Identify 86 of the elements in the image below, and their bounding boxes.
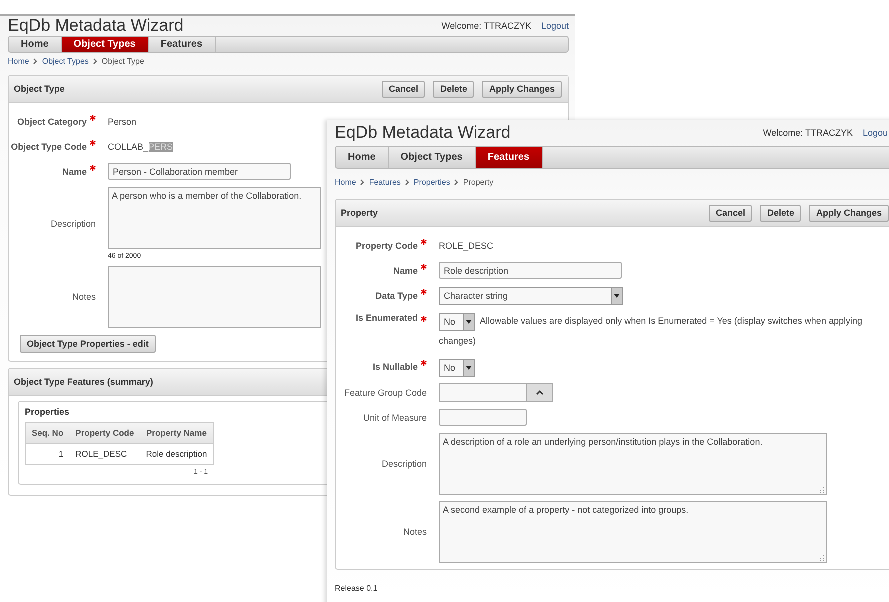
logout-link[interactable]: Logout <box>541 21 569 31</box>
select-field[interactable]: Character string <box>439 286 623 304</box>
breadcrumb-link[interactable]: Object Type <box>102 57 144 66</box>
caret-down-icon <box>466 320 472 324</box>
lookup-field[interactable] <box>439 383 553 402</box>
required-asterisk-icon <box>90 140 96 146</box>
required-asterisk-icon <box>421 264 427 270</box>
resize-grip-icon <box>818 486 825 493</box>
chevron-right-icon <box>454 178 460 186</box>
required-asterisk-icon <box>421 239 427 245</box>
column-header: Property Code <box>70 422 140 444</box>
table-cell: ROLE_DESC <box>70 444 140 464</box>
text-field[interactable]: Person - Collaboration member <box>108 163 291 180</box>
lookup-button[interactable] <box>526 384 552 401</box>
nav-tab[interactable]: Features <box>148 37 216 52</box>
textarea-field[interactable]: A person who is a member of the Collaboration. <box>108 187 321 249</box>
logout-link[interactable]: Logou <box>862 128 888 138</box>
caret-down-icon <box>614 294 620 298</box>
nav-tab[interactable]: Features <box>476 147 543 168</box>
field-label: Is Nullable <box>372 362 418 372</box>
required-asterisk-icon <box>90 165 96 171</box>
field-label: Name <box>62 166 87 176</box>
required-asterisk-icon <box>421 289 427 295</box>
field-label: Description <box>382 459 427 469</box>
action-button[interactable]: Cancel <box>382 80 426 98</box>
field-label: Description <box>50 218 96 228</box>
select-field[interactable]: No <box>439 312 475 331</box>
chevron-right-icon <box>404 178 410 186</box>
app-title: EqDb Metadata Wizard <box>335 123 512 143</box>
panel-title: Object Type Features (summary) <box>14 377 154 387</box>
textarea-field[interactable]: A second example of a property - not categorized into groups. <box>439 501 827 563</box>
dropdown-button[interactable] <box>611 288 622 304</box>
breadcrumb-link[interactable]: Home <box>335 178 356 186</box>
column-header: Property Name <box>140 422 214 444</box>
dropdown-button[interactable] <box>463 314 474 330</box>
field-value: ROLE_DESC <box>439 240 494 250</box>
nav-tab[interactable]: Object Types <box>62 37 149 52</box>
panel-title: Property <box>341 208 380 218</box>
text-field[interactable] <box>439 409 527 426</box>
field-label: Notes <box>403 527 427 537</box>
column-header: Seq. No <box>26 422 70 444</box>
text-field[interactable]: Role description <box>439 262 622 279</box>
field-value: Person <box>108 116 137 126</box>
field-label: Feature Group Code <box>344 388 427 398</box>
field-label: Property Code <box>356 240 418 250</box>
textarea-field[interactable]: A description of a role an underlying person/institution plays in the Collaboration. <box>439 433 827 495</box>
help-text: No Allowable values are displayed only when Is Enumerated = Yes (display switches when applying changes) <box>439 311 889 351</box>
breadcrumb-link[interactable]: Features <box>369 178 401 186</box>
breadcrumb-link[interactable]: Home <box>8 57 30 66</box>
action-button[interactable]: Delete <box>760 204 802 222</box>
field-label: Is Enumerated <box>356 313 418 323</box>
required-asterisk-icon <box>421 360 427 366</box>
app-title: EqDb Metadata Wizard <box>8 16 185 36</box>
section-title: Properties <box>25 407 70 417</box>
edit-properties-button[interactable]: Object Type Properties - edit <box>20 335 156 353</box>
chevron-right-icon <box>33 58 38 66</box>
breadcrumb-link[interactable]: Properties <box>414 178 450 186</box>
field-label: Notes <box>72 292 96 302</box>
chevron-right-icon <box>360 178 366 186</box>
chevron-right-icon <box>92 58 98 66</box>
action-button[interactable]: Apply Changes <box>809 204 889 222</box>
panel-title: Object Type <box>14 84 66 94</box>
breadcrumb-link[interactable]: Object Types <box>42 57 89 66</box>
textarea-field[interactable] <box>108 266 321 328</box>
release-text: Release 0.1 <box>335 584 379 593</box>
action-button[interactable]: Cancel <box>708 204 752 222</box>
field-label: Data Type <box>376 290 418 300</box>
table-cell: Role description <box>140 444 214 464</box>
required-asterisk-icon <box>421 316 427 322</box>
dropdown-button[interactable] <box>463 360 474 376</box>
caret-up-icon <box>536 390 544 395</box>
nav-tab[interactable]: Home <box>336 147 389 168</box>
field-value: COLLAB_PERS <box>108 142 174 152</box>
breadcrumb-link[interactable]: Property <box>463 178 494 186</box>
action-button[interactable]: Delete <box>433 80 474 98</box>
welcome-text: Welcome: TTRACZYK <box>763 128 853 138</box>
select-field[interactable]: No <box>439 358 475 377</box>
resize-grip-icon <box>818 554 825 561</box>
action-button[interactable]: Apply Changes <box>482 80 562 98</box>
required-asterisk-icon <box>90 115 96 121</box>
field-label: Name <box>393 266 418 276</box>
table-cell: 1 <box>26 444 70 464</box>
welcome-text: Welcome: TTRACZYK <box>442 21 532 31</box>
field-label: Object Category <box>17 116 87 126</box>
field-label: Unit of Measure <box>363 412 427 422</box>
field-label: Object Type Code <box>11 142 87 152</box>
